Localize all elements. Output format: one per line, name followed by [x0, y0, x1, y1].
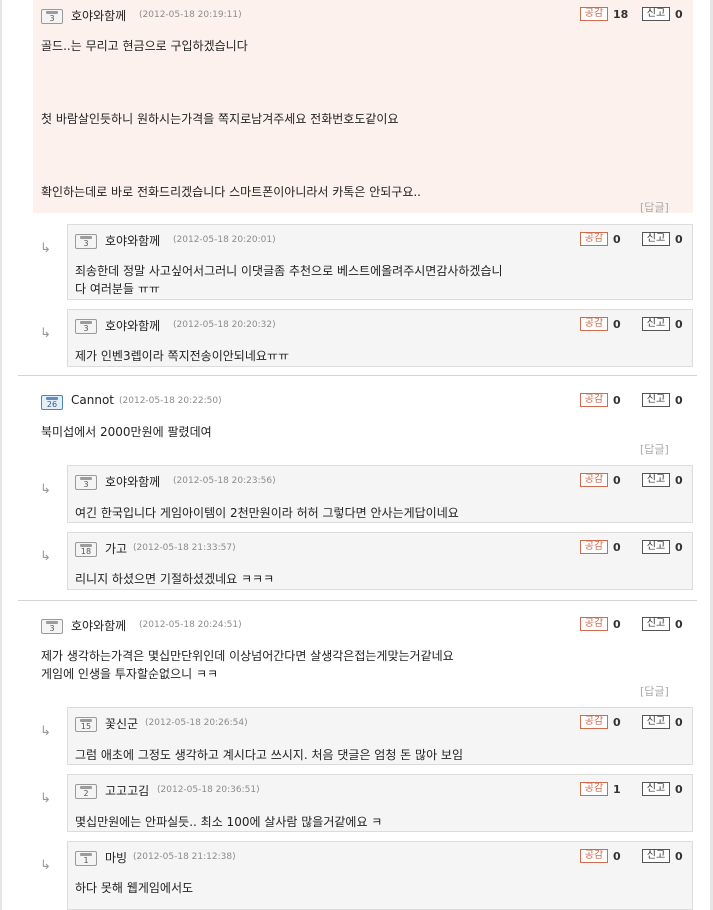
- report-button[interactable]: 신고: [642, 540, 670, 554]
- agree-button[interactable]: 공감: [580, 393, 608, 407]
- reply-arrow-icon: ↳: [40, 791, 51, 806]
- comment-text-line: 다 여러분들 ㅠㅠ: [75, 282, 160, 296]
- comment-text-line: 북미섭에서 2000만원에 팔렸데여: [41, 425, 212, 439]
- report-button[interactable]: 신고: [642, 849, 670, 863]
- comment-timestamp: (2012-05-18 20:19:11): [139, 10, 242, 20]
- author-nickname[interactable]: 호야와함께: [105, 232, 160, 249]
- reply-link[interactable]: [답글]: [640, 683, 669, 699]
- level-badge-icon: 1: [75, 851, 97, 866]
- comment-text-line: 게임에 인생을 투자할순없으니 ㅋㅋ: [41, 667, 219, 681]
- report-count: 0: [675, 233, 683, 246]
- level-badge-icon: 18: [75, 542, 97, 557]
- agree-button[interactable]: 공감: [580, 473, 608, 487]
- author-nickname[interactable]: Cannot: [71, 393, 114, 407]
- comment-text-line: 첫 바람살인듯하니 원하시는가격을 쪽지로남겨주세요 전화번호도같이요: [41, 111, 399, 126]
- report-button[interactable]: 신고: [642, 715, 670, 729]
- report-count: 0: [675, 474, 683, 487]
- reply-link[interactable]: [답글]: [640, 199, 669, 215]
- author-nickname[interactable]: 호야와함께: [71, 7, 126, 24]
- agree-count: 0: [613, 850, 621, 863]
- agree-button[interactable]: 공감: [580, 617, 608, 631]
- report-count: 0: [675, 716, 683, 729]
- comment-timestamp: (2012-05-18 20:22:50): [119, 396, 222, 406]
- agree-button[interactable]: 공감: [580, 715, 608, 729]
- comment-text-line: 제가 생각하는가격은 몇십만단위인데 이상넘어간다면 살생각은접는게맞는거같네요: [41, 649, 454, 663]
- report-count: 0: [675, 618, 683, 631]
- level-badge-icon: 3: [41, 619, 63, 634]
- agree-count: 18: [613, 8, 629, 21]
- agree-count: 0: [613, 618, 621, 631]
- agree-count: 0: [613, 233, 621, 246]
- report-button[interactable]: 신고: [642, 317, 670, 331]
- agree-count: 0: [613, 394, 621, 407]
- report-count: 0: [675, 318, 683, 331]
- author-nickname[interactable]: 호야와함께: [105, 473, 160, 490]
- comment-timestamp: (2012-05-18 20:20:32): [173, 320, 276, 330]
- comment-text-line: 골드..는 무리고 현금으로 구입하겠습니다: [41, 39, 248, 53]
- report-count: 0: [675, 541, 683, 554]
- level-badge-icon: 3: [75, 319, 97, 334]
- level-badge-icon: 3: [75, 475, 97, 490]
- agree-button[interactable]: 공감: [580, 7, 608, 21]
- reply-arrow-icon: ↳: [40, 724, 51, 739]
- agree-count: 0: [613, 716, 621, 729]
- report-button[interactable]: 신고: [642, 617, 670, 631]
- agree-count: 0: [613, 474, 621, 487]
- report-count: 0: [675, 783, 683, 796]
- report-button[interactable]: 신고: [642, 232, 670, 246]
- report-count: 0: [675, 8, 683, 21]
- comment-timestamp: (2012-05-18 20:24:51): [139, 620, 242, 630]
- agree-button[interactable]: 공감: [580, 540, 608, 554]
- comment-text-line: 하다 못해 웹게임에서도: [75, 881, 194, 895]
- reply-arrow-icon: ↳: [40, 241, 51, 256]
- author-nickname[interactable]: 가고: [105, 540, 127, 557]
- comment-text-line: 여긴 한국입니다 게임아이템이 2천만원이라 허허 그렇다면 안사는게답이네요: [75, 506, 459, 520]
- author-nickname[interactable]: 호야와함께: [105, 317, 160, 334]
- comment-divider: [18, 600, 697, 601]
- comment-text-line: 그럼 애초에 그정도 생각하고 계시다고 쓰시지. 처음 댓글은 엄청 돈 많아…: [75, 748, 464, 762]
- author-nickname[interactable]: 호야와함께: [71, 617, 126, 634]
- comment-timestamp: (2012-05-18 20:36:51): [157, 785, 260, 795]
- agree-button[interactable]: 공감: [580, 232, 608, 246]
- comment-text-line: 몇십만원에는 안파실듯.. 최소 100에 살사람 많을거같에요 ㅋ: [75, 815, 383, 829]
- agree-count: 0: [613, 318, 621, 331]
- reply-arrow-icon: ↳: [40, 858, 51, 873]
- level-badge-icon: 2: [75, 784, 97, 799]
- comment-text-line: 제가 인벤3렙이라 쪽지전송이안되네요ㅠㅠ: [75, 349, 289, 363]
- reply-arrow-icon: ↳: [40, 482, 51, 497]
- page-frame-left: [0, 0, 2, 910]
- level-badge-icon: 15: [75, 717, 97, 732]
- reply-link[interactable]: [답글]: [640, 441, 669, 457]
- author-nickname[interactable]: 마빙: [105, 849, 127, 866]
- report-button[interactable]: 신고: [642, 393, 670, 407]
- report-button[interactable]: 신고: [642, 473, 670, 487]
- comment-timestamp: (2012-05-18 20:23:56): [173, 476, 276, 486]
- reply-arrow-icon: ↳: [40, 326, 51, 341]
- report-button[interactable]: 신고: [642, 7, 670, 21]
- report-count: 0: [675, 850, 683, 863]
- report-count: 0: [675, 394, 683, 407]
- level-badge-icon: 3: [41, 9, 63, 24]
- agree-count: 1: [613, 783, 621, 796]
- agree-button[interactable]: 공감: [580, 317, 608, 331]
- comment-text-line: 확인하는데로 바로 전화드리겠습니다 스마트폰이아니라서 카톡은 안되구요..: [41, 184, 421, 199]
- comment-timestamp: (2012-05-18 20:26:54): [145, 718, 248, 728]
- level-badge-icon: 26: [41, 395, 63, 410]
- author-nickname[interactable]: 꽃신군: [105, 715, 138, 732]
- comment-text-line: 죄송한데 정말 사고싶어서그러니 이댓글좀 추천으로 베스트에올려주시면감사하겠…: [75, 264, 503, 278]
- comment-item: [33, 0, 693, 213]
- comment-timestamp: (2012-05-18 21:33:57): [133, 543, 236, 553]
- agree-count: 0: [613, 541, 621, 554]
- author-nickname[interactable]: 고고고김: [105, 782, 149, 799]
- comment-text-line: 리니지 하셨으면 기절하셨겠네요 ㅋㅋㅋ: [75, 572, 275, 586]
- agree-button[interactable]: 공감: [580, 782, 608, 796]
- comment-divider: [18, 375, 697, 376]
- report-button[interactable]: 신고: [642, 782, 670, 796]
- comment-timestamp: (2012-05-18 21:12:38): [133, 852, 236, 862]
- reply-arrow-icon: ↳: [40, 549, 51, 564]
- agree-button[interactable]: 공감: [580, 849, 608, 863]
- level-badge-icon: 3: [75, 234, 97, 249]
- comment-timestamp: (2012-05-18 20:20:01): [173, 235, 276, 245]
